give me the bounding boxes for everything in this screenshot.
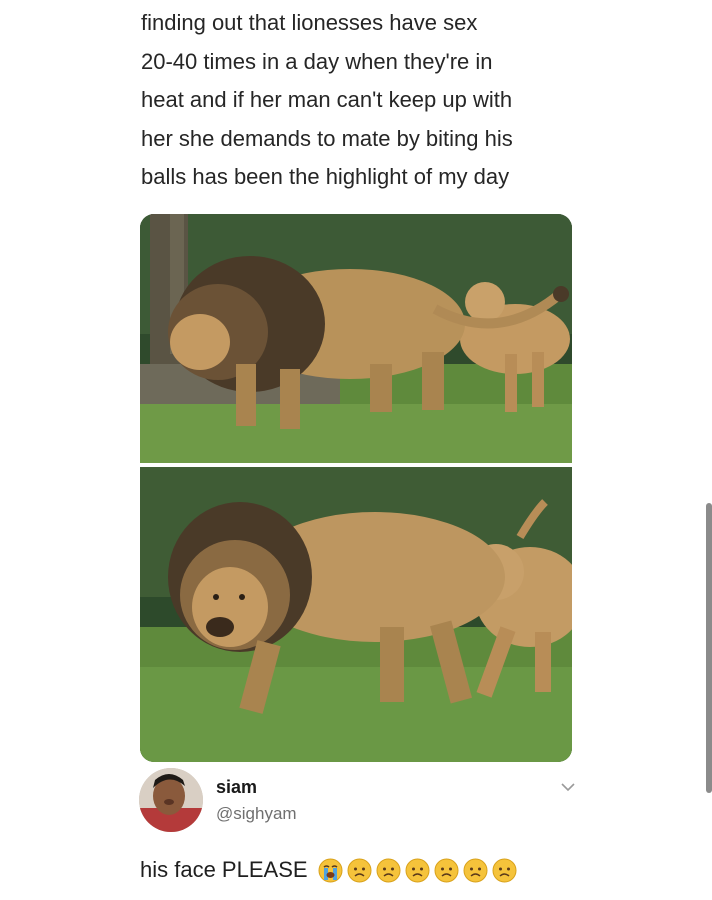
worried-face-icon <box>463 858 488 882</box>
worried-face-icon <box>347 858 372 882</box>
reply-author-handle[interactable]: @sighyam <box>216 804 297 824</box>
chevron-down-icon[interactable] <box>560 782 576 792</box>
worried-face-icon <box>492 858 517 882</box>
post-caption: finding out that lionesses have sex 20-4… <box>141 10 513 189</box>
reply-text: his face PLEASE <box>140 857 308 882</box>
emoji-row <box>318 858 517 883</box>
avatar[interactable] <box>139 768 203 832</box>
photo-collage[interactable] <box>140 214 572 762</box>
lion-photo-top[interactable] <box>140 214 572 463</box>
worried-face-icon <box>405 858 430 882</box>
reply-author-name[interactable]: siam <box>216 777 257 798</box>
worried-face-icon <box>376 858 401 882</box>
worried-face-icon <box>434 858 459 882</box>
loudly-crying-face-icon <box>318 858 343 882</box>
lion-photo-bottom[interactable] <box>140 467 572 762</box>
reply-body: his face PLEASE <box>140 857 517 883</box>
scrollbar[interactable] <box>706 503 712 793</box>
